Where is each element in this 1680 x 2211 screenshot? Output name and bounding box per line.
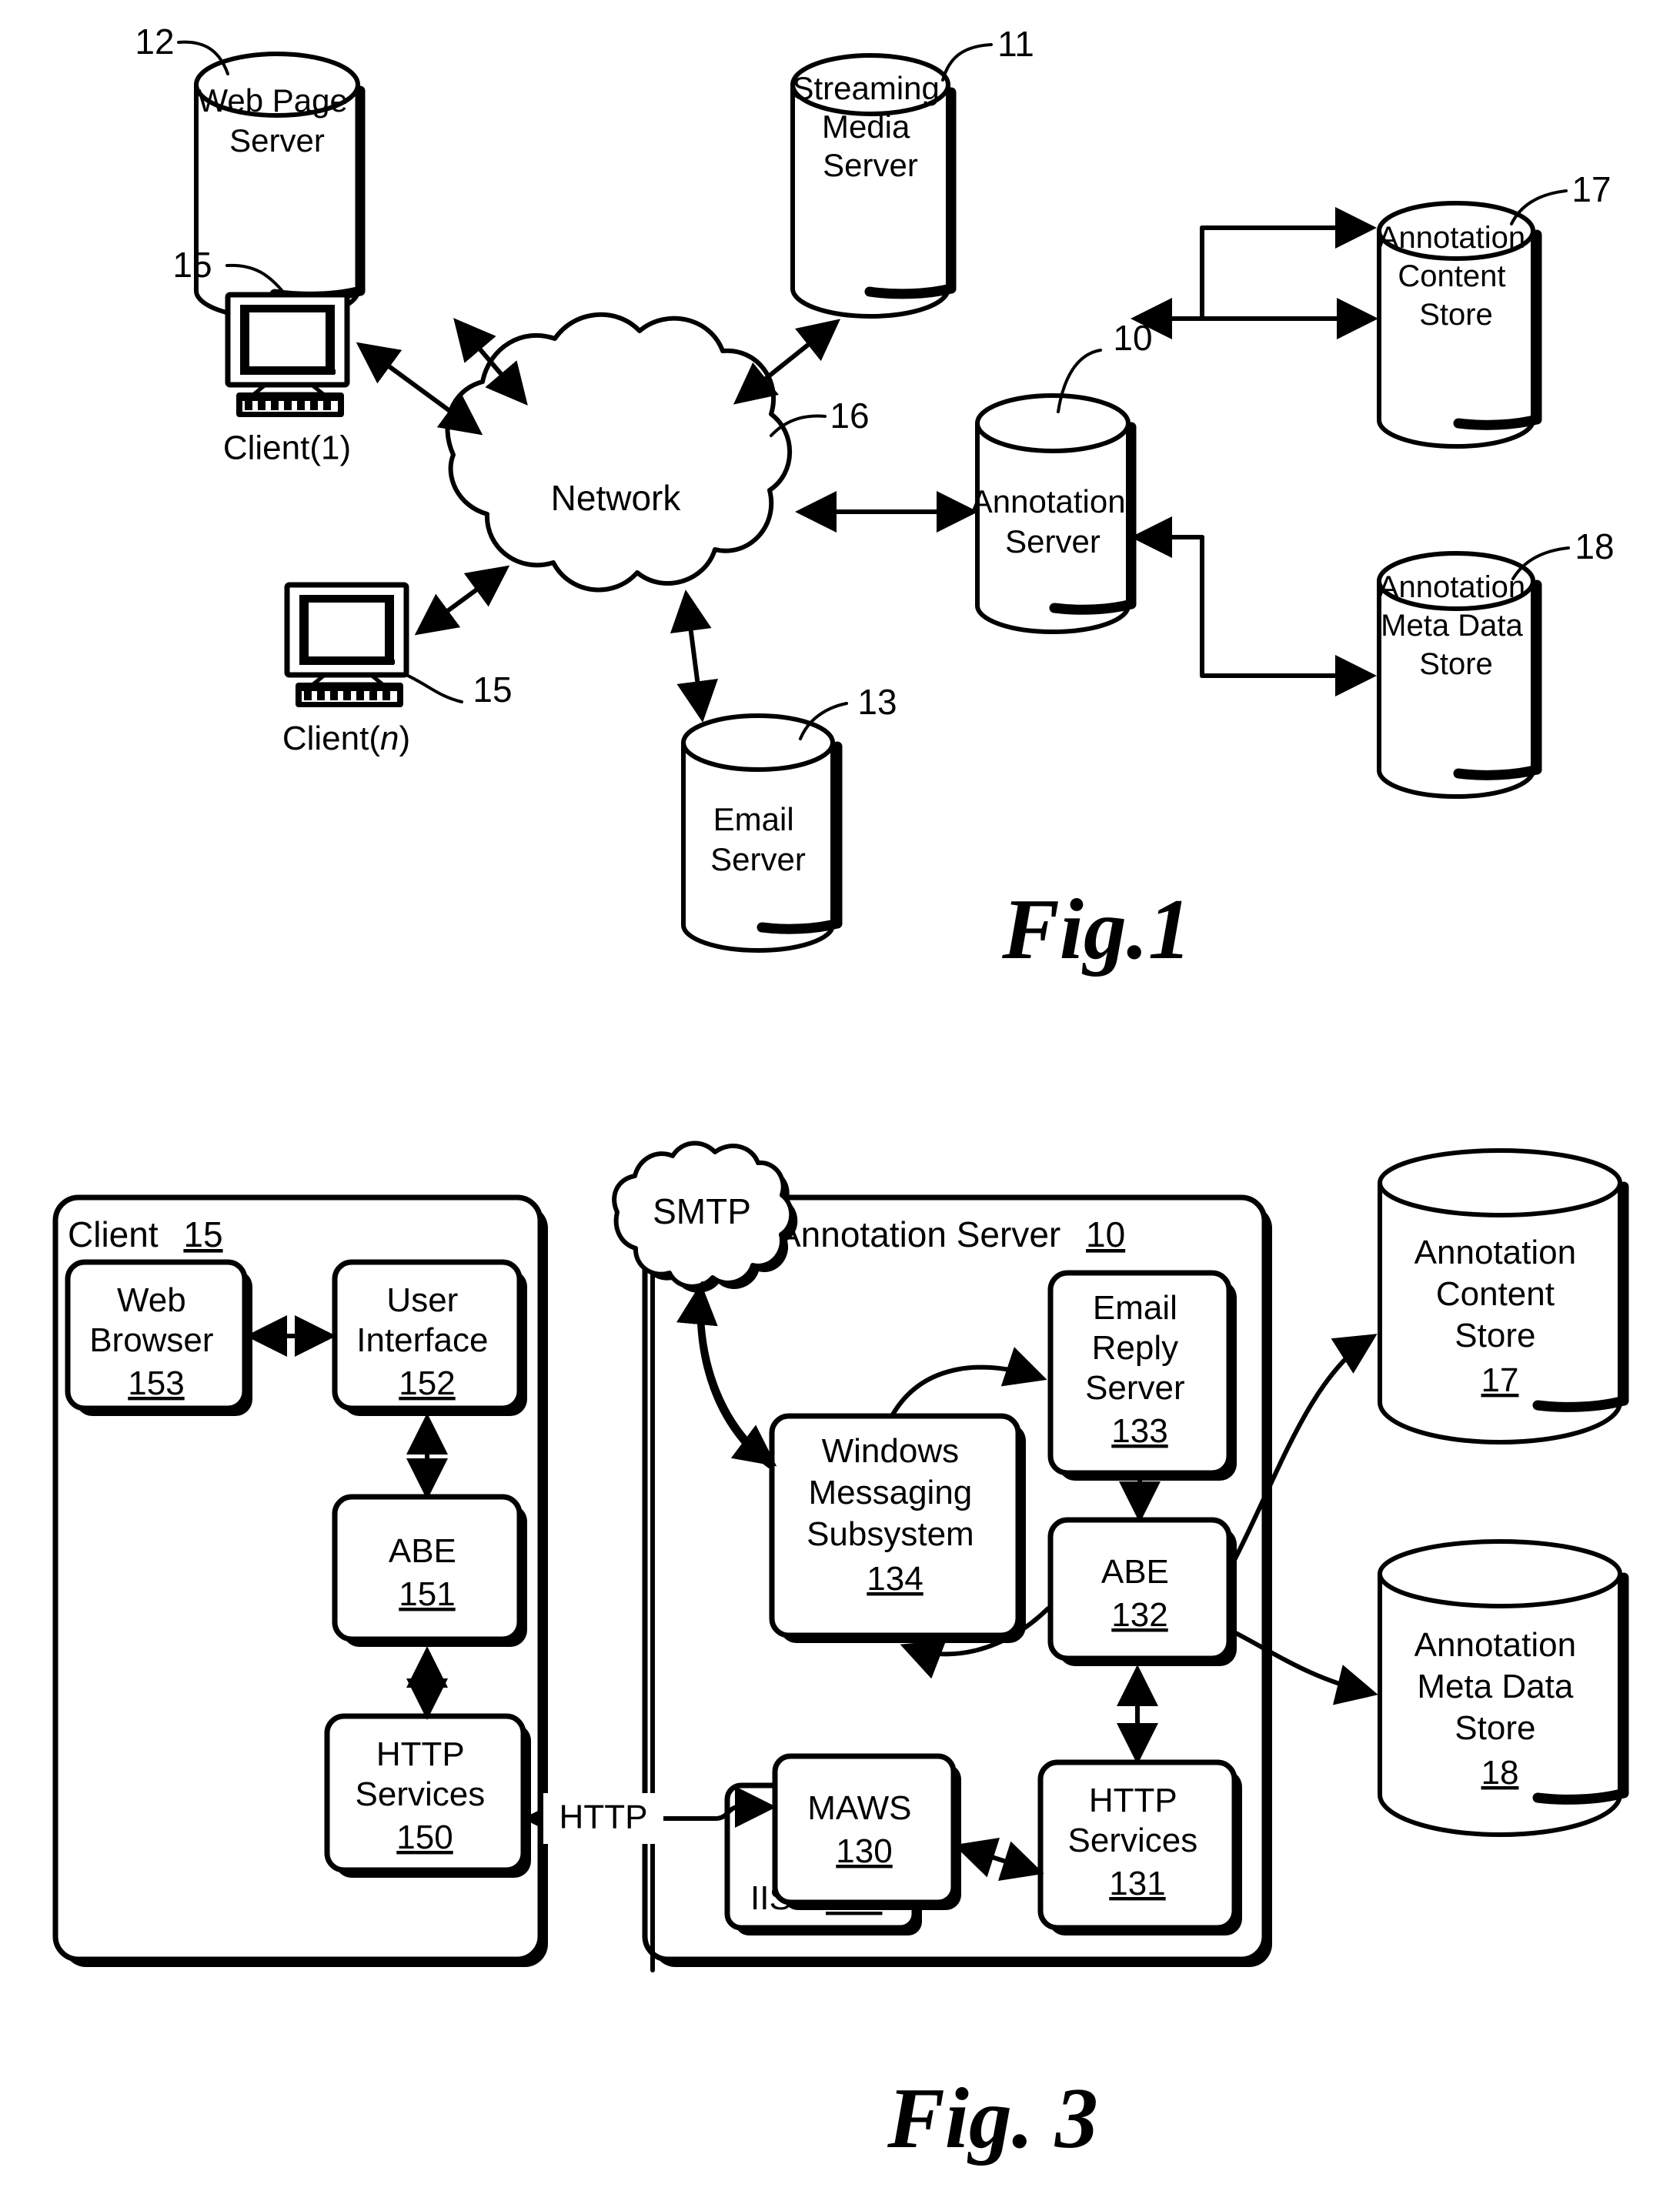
patent-drawing-sheet: Web Page Server 12 Streaming Media Serve… [0, 0, 1680, 2211]
node-annotation-meta-data-store-fig3: Annotation Meta Data Store 18 [1378, 1539, 1629, 1837]
box-abe-client: ABE 151 [332, 1494, 527, 1647]
node-label-annotation-server: Annotation Server [971, 483, 1135, 559]
figure-3: Client 15 Web Browser 153 User Interface… [52, 1141, 1629, 2166]
container-title-client: Client 15 [68, 1214, 223, 1254]
box-maws: MAWS 130 [772, 1753, 961, 1910]
node-annotation-content-store: Annotation Content Store 17 [1377, 169, 1612, 449]
figures-svg: Web Page Server 12 Streaming Media Serve… [52, 22, 1629, 2166]
ref-num-16: 16 [830, 396, 869, 436]
node-label-client-1: Client(1) [223, 429, 351, 467]
node-annotation-server: Annotation Server 10 [971, 318, 1153, 634]
figure-1: Web Page Server 12 Streaming Media Serve… [135, 22, 1614, 977]
node-label-annotation-meta-data-store: Annotation Meta Data Store [1378, 570, 1534, 681]
node-label-web-page-server: Web Page Server [197, 82, 356, 159]
container-annotation-server: Annotation Server 10 Email Reply Server … [642, 1194, 1272, 1967]
ref-num-12: 12 [135, 22, 174, 62]
ref-num-17: 17 [1571, 169, 1611, 209]
node-client-n: 15 Client(n) [282, 582, 513, 757]
ref-num-15-clientn: 15 [473, 670, 512, 710]
node-client-1: 15 Client(1) [172, 245, 351, 467]
node-label-client-n: Client(n) [282, 720, 410, 757]
node-streaming-media-server: Streaming Media Server 11 [790, 24, 1034, 319]
box-email-reply-server: Email Reply Server 133 [1047, 1270, 1237, 1481]
node-annotation-meta-data-store: Annotation Meta Data Store 18 [1377, 526, 1615, 799]
figure-3-caption: Fig. 3 [887, 2071, 1098, 2166]
node-web-page-server: Web Page Server 12 [135, 22, 366, 321]
ref-num-11: 11 [997, 24, 1034, 64]
node-label-annotation-content-store: Annotation Content Store [1378, 221, 1534, 332]
node-label-streaming-media-server: Streaming Media Server [792, 70, 948, 183]
box-user-interface: User Interface 152 [332, 1259, 527, 1416]
box-web-browser: Web Browser 153 [65, 1259, 252, 1416]
node-network-cloud: Network 16 [445, 312, 870, 593]
ref-num-15-client1: 15 [172, 245, 212, 285]
box-http-services-client: HTTP Services 150 [324, 1713, 531, 1878]
node-label-smtp: SMTP [653, 1191, 751, 1231]
node-smtp-cloud: SMTP [612, 1141, 798, 1293]
container-client: Client 15 Web Browser 153 User Interface… [52, 1194, 548, 1967]
ref-num-10: 10 [1113, 318, 1152, 358]
http-link-label: HTTP [559, 1799, 648, 1836]
figure-1-caption: Fig.1 [1001, 882, 1191, 977]
node-label-annotation-content-store-fig3: Annotation Content Store 17 [1414, 1234, 1586, 1399]
container-title-annotation-server: Annotation Server 10 [777, 1214, 1125, 1254]
node-label-annotation-meta-data-store-fig3: Annotation Meta Data Store 18 [1414, 1626, 1586, 1792]
box-abe-server: ABE 132 [1047, 1517, 1237, 1666]
node-label-network: Network [551, 478, 682, 518]
node-email-server: Email Server 13 [681, 682, 897, 953]
node-annotation-content-store-fig3: Annotation Content Store 17 [1378, 1148, 1629, 1444]
ref-num-13: 13 [857, 682, 897, 722]
ref-num-18: 18 [1575, 526, 1614, 566]
node-label-email-server: Email Server [710, 801, 806, 877]
box-windows-messaging-subsystem: Windows Messaging Subsystem 134 [769, 1413, 1026, 1643]
box-http-services-server: HTTP Services 131 [1037, 1759, 1242, 1935]
